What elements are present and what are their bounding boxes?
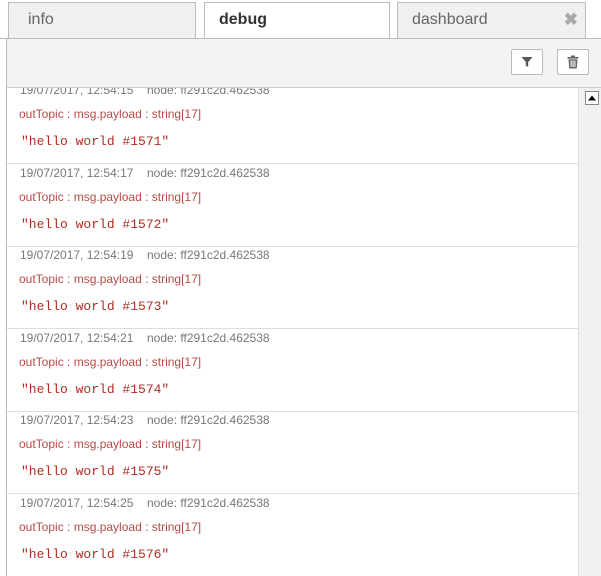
close-icon[interactable]: ✖ bbox=[564, 3, 578, 36]
debug-message: 19/07/2017, 12:54:23 node: ff291c2d.4625… bbox=[7, 412, 578, 494]
message-node-link[interactable]: node: ff291c2d.462538 bbox=[147, 496, 270, 510]
debug-message: 19/07/2017, 12:54:19 node: ff291c2d.4625… bbox=[7, 247, 578, 329]
trash-icon bbox=[567, 55, 579, 69]
message-node-link[interactable]: node: ff291c2d.462538 bbox=[147, 88, 270, 97]
debug-message: 19/07/2017, 12:54:15 node: ff291c2d.4625… bbox=[7, 88, 578, 164]
message-timestamp: 19/07/2017, 12:54:15 bbox=[20, 88, 134, 97]
message-topic: outTopic : msg.payload : string[17] bbox=[19, 190, 202, 204]
message-topic: outTopic : msg.payload : string[17] bbox=[19, 107, 202, 121]
filter-button[interactable] bbox=[511, 49, 543, 75]
message-payload: "hello world #1572" bbox=[21, 217, 170, 232]
message-topic: outTopic : msg.payload : string[17] bbox=[19, 272, 202, 286]
message-node-link[interactable]: node: ff291c2d.462538 bbox=[147, 166, 270, 180]
message-timestamp: 19/07/2017, 12:54:23 bbox=[20, 413, 134, 427]
message-timestamp: 19/07/2017, 12:54:17 bbox=[20, 166, 134, 180]
message-payload: "hello world #1573" bbox=[21, 299, 170, 314]
tab-info-label: info bbox=[28, 11, 54, 28]
tab-dashboard-label: dashboard bbox=[412, 11, 488, 28]
debug-sidebar: info debug dashboard ✖ 19/07/2017, 12:54… bbox=[0, 0, 601, 576]
message-timestamp: 19/07/2017, 12:54:21 bbox=[20, 331, 134, 345]
arrow-up-icon bbox=[588, 95, 596, 101]
tab-info[interactable]: info bbox=[8, 2, 196, 38]
vertical-scrollbar[interactable] bbox=[578, 88, 601, 576]
debug-toolbar bbox=[6, 39, 601, 88]
filter-icon bbox=[521, 57, 533, 67]
tab-debug[interactable]: debug bbox=[204, 2, 390, 39]
tab-debug-label: debug bbox=[219, 11, 267, 28]
debug-message: 19/07/2017, 12:54:21 node: ff291c2d.4625… bbox=[7, 330, 578, 412]
clear-messages-button[interactable] bbox=[557, 49, 589, 75]
message-payload: "hello world #1571" bbox=[21, 134, 170, 149]
message-topic: outTopic : msg.payload : string[17] bbox=[19, 520, 202, 534]
message-topic: outTopic : msg.payload : string[17] bbox=[19, 437, 202, 451]
sidebar-tab-bar: info debug dashboard ✖ bbox=[0, 0, 601, 39]
message-payload: "hello world #1575" bbox=[21, 464, 170, 479]
message-payload: "hello world #1574" bbox=[21, 382, 170, 397]
debug-message: 19/07/2017, 12:54:25 node: ff291c2d.4625… bbox=[7, 495, 578, 576]
message-node-link[interactable]: node: ff291c2d.462538 bbox=[147, 413, 270, 427]
message-payload: "hello world #1576" bbox=[21, 547, 170, 562]
message-node-link[interactable]: node: ff291c2d.462538 bbox=[147, 248, 270, 262]
message-topic: outTopic : msg.payload : string[17] bbox=[19, 355, 202, 369]
message-timestamp: 19/07/2017, 12:54:19 bbox=[20, 248, 134, 262]
debug-message-list: 19/07/2017, 12:54:15 node: ff291c2d.4625… bbox=[6, 88, 578, 576]
tab-dashboard[interactable]: dashboard ✖ bbox=[397, 2, 586, 38]
debug-message: 19/07/2017, 12:54:17 node: ff291c2d.4625… bbox=[7, 165, 578, 247]
message-timestamp: 19/07/2017, 12:54:25 bbox=[20, 496, 134, 510]
message-node-link[interactable]: node: ff291c2d.462538 bbox=[147, 331, 270, 345]
scroll-up-button[interactable] bbox=[585, 91, 599, 105]
